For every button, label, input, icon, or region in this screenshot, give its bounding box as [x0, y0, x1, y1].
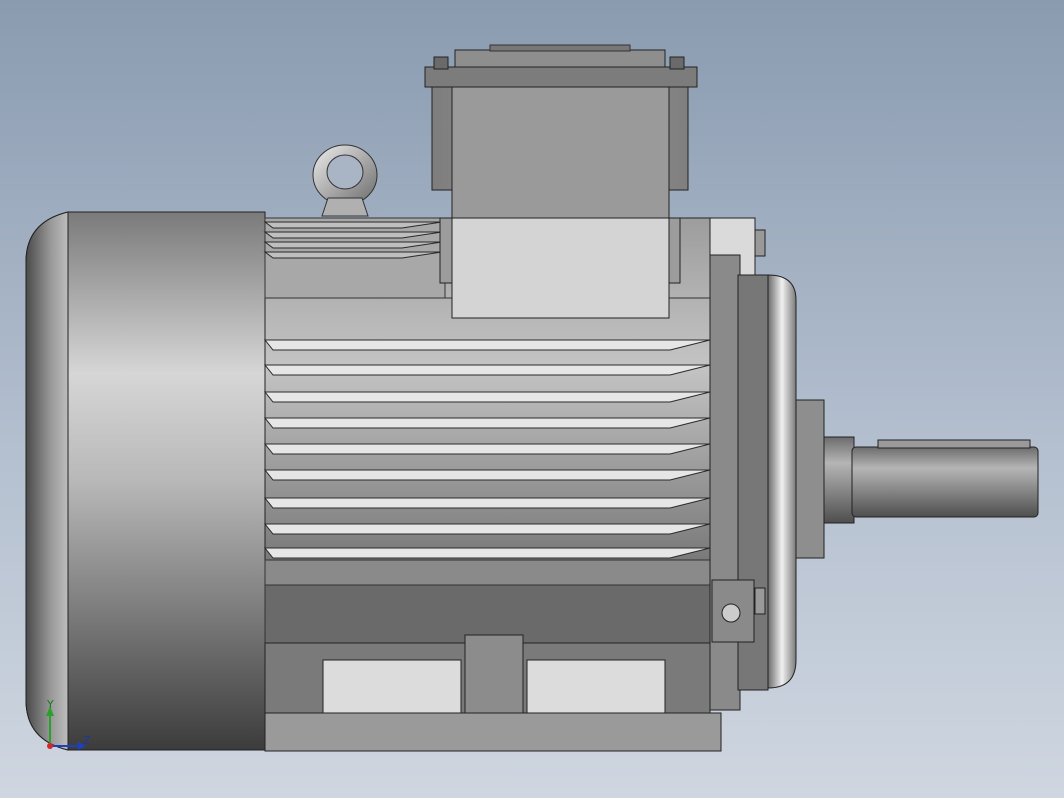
end-shield[interactable] [709, 217, 797, 711]
coordinate-triad: Y Z [38, 696, 98, 756]
cooling-fin [263, 391, 711, 403]
graphics-viewport[interactable]: Y Z [0, 0, 1064, 798]
terminal-box[interactable] [424, 44, 698, 319]
motor-model[interactable] [0, 0, 1064, 798]
cooling-fin [263, 364, 711, 376]
mounting-feet[interactable] [264, 634, 722, 752]
z-axis-label: Z [83, 734, 91, 747]
cooling-fin [263, 523, 711, 535]
lifting-eye-bolt[interactable] [312, 144, 378, 217]
y-axis-label: Y [47, 698, 54, 711]
cooling-fin [263, 443, 711, 455]
cooling-fin [263, 417, 711, 429]
cooling-fin [263, 339, 711, 351]
cooling-fin [263, 469, 711, 481]
cooling-fin [263, 497, 711, 509]
fan-cover[interactable] [25, 211, 266, 751]
motor-shaft[interactable] [795, 399, 1039, 559]
cooling-fin [263, 547, 711, 559]
